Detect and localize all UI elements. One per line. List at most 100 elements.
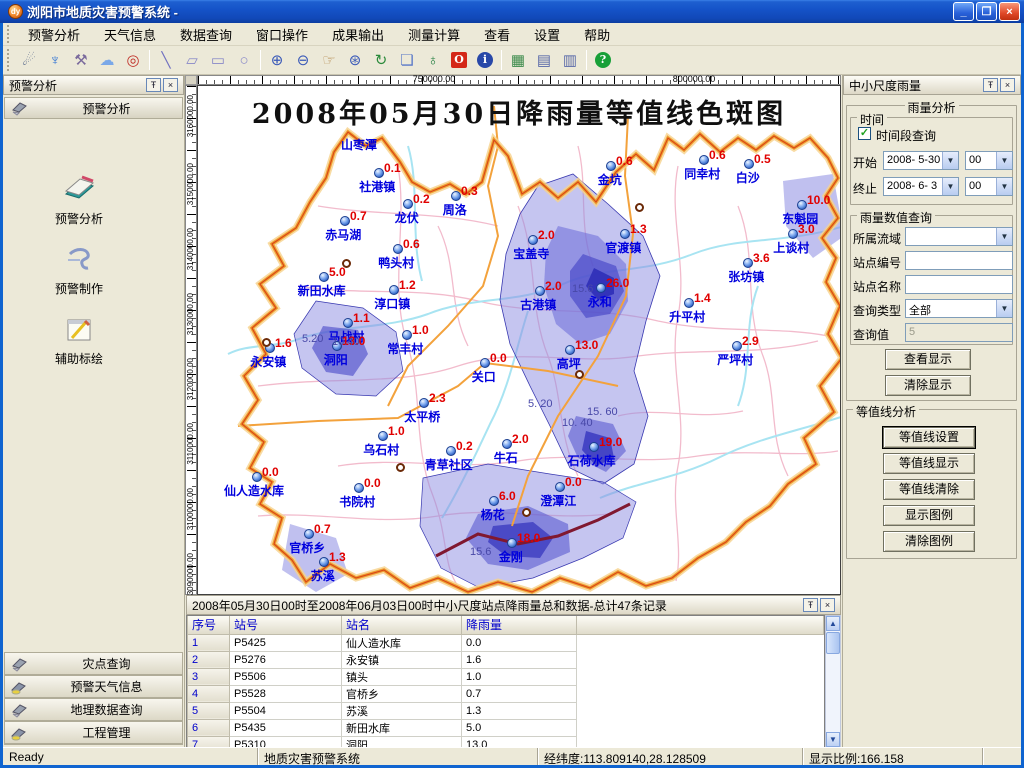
zoom-out-icon[interactable]: ⊖ (291, 49, 315, 72)
table-row[interactable]: 3P5506镇头1.0 (188, 668, 824, 685)
station-dot-icon[interactable] (528, 235, 538, 245)
chevron-down-icon[interactable]: ▼ (942, 152, 958, 169)
end-hour-select[interactable]: 00▼ (965, 177, 1013, 196)
start-hour-select[interactable]: 00▼ (965, 151, 1013, 170)
row-index[interactable]: 1 (188, 634, 230, 651)
sidebar-item-1[interactable]: 预警制作 (4, 242, 154, 297)
end-date-select[interactable]: 2008- 6- 3▼ (883, 177, 959, 196)
station-dot-icon[interactable] (620, 229, 630, 239)
menu-item-6[interactable]: 查看 (472, 23, 522, 46)
station-dot-icon[interactable] (446, 446, 456, 456)
legend-show-button[interactable]: 显示图例 (883, 505, 975, 526)
scroll-thumb[interactable] (826, 632, 840, 654)
station-name-cell[interactable]: 仙人造水库 (342, 634, 462, 651)
refresh-icon[interactable]: ↻ (369, 49, 393, 72)
station-name-cell[interactable]: 镇头 (342, 668, 462, 685)
menu-item-8[interactable]: 帮助 (572, 23, 622, 46)
clear-query-button[interactable]: 清除显示 (885, 375, 971, 396)
station-id-cell[interactable]: P5504 (230, 702, 342, 719)
station-dot-icon[interactable] (535, 286, 545, 296)
menu-item-1[interactable]: 天气信息 (92, 23, 168, 46)
draw-rectangle-icon[interactable]: ▭ (206, 49, 230, 72)
draw-ellipse-icon[interactable]: ○ (232, 49, 256, 72)
table-column-header[interactable]: 序号 (188, 616, 230, 634)
station-dot-icon[interactable] (507, 538, 517, 548)
resize-grip[interactable] (983, 748, 1021, 765)
close-icon[interactable]: × (1000, 78, 1015, 92)
menu-grip[interactable] (7, 25, 12, 43)
draw-line-icon[interactable]: ╲ (154, 49, 178, 72)
station-dot-icon[interactable] (565, 345, 575, 355)
chevron-down-icon[interactable]: ▼ (996, 300, 1012, 317)
station-dot-icon[interactable] (797, 200, 807, 210)
zoom-in-icon[interactable]: ⊕ (265, 49, 289, 72)
rainfall-cell[interactable]: 1.3 (462, 702, 577, 719)
scroll-down-icon[interactable]: ▼ (826, 732, 840, 747)
sidebar-group-3[interactable]: 工程管理 (4, 721, 183, 745)
contour-show-button[interactable]: 等值线显示 (883, 453, 975, 474)
cloud-tool-icon[interactable]: ☁ (95, 49, 119, 72)
chevron-down-icon[interactable]: ▼ (996, 152, 1012, 169)
station-id-input[interactable] (905, 251, 1013, 270)
contour-clear-button[interactable]: 等值线清除 (883, 479, 975, 500)
menu-item-0[interactable]: 预警分析 (16, 23, 92, 46)
restore-button[interactable]: ❐ (976, 2, 997, 21)
station-dot-icon[interactable] (319, 272, 329, 282)
rainfall-cell[interactable]: 0.0 (462, 634, 577, 651)
station-dot-icon[interactable] (684, 298, 694, 308)
station-id-cell[interactable]: P5506 (230, 668, 342, 685)
row-index[interactable]: 6 (188, 719, 230, 736)
toolbar-grip[interactable] (7, 49, 12, 71)
station-id-cell[interactable]: P5425 (230, 634, 342, 651)
station-dot-icon[interactable] (378, 431, 388, 441)
draw-polygon-icon[interactable]: ▱ (180, 49, 204, 72)
table-row[interactable]: 6P5435新田水库5.0 (188, 719, 824, 736)
station-dot-icon[interactable] (788, 229, 798, 239)
station-dot-icon[interactable] (389, 285, 399, 295)
station-name-cell[interactable]: 永安镇 (342, 651, 462, 668)
table-row[interactable]: 5P5504苏溪1.3 (188, 702, 824, 719)
time-range-checkbox[interactable]: ✓ (858, 127, 871, 140)
station-dot-icon[interactable] (606, 161, 616, 171)
minimize-button[interactable]: _ (953, 2, 974, 21)
row-index[interactable]: 3 (188, 668, 230, 685)
station-id-cell[interactable]: P5435 (230, 719, 342, 736)
print-icon[interactable]: ▤ (532, 49, 556, 72)
station-dot-icon[interactable] (304, 529, 314, 539)
scroll-up-icon[interactable]: ▲ (826, 616, 840, 631)
basin-select[interactable]: ▼ (905, 227, 1013, 246)
station-dot-icon[interactable] (451, 191, 461, 201)
analysis-tool-icon[interactable]: ☄ (17, 49, 41, 72)
station-dot-icon[interactable] (744, 159, 754, 169)
station-dot-icon[interactable] (343, 318, 353, 328)
station-dot-icon[interactable] (393, 244, 403, 254)
rainfall-cell[interactable]: 1.6 (462, 651, 577, 668)
close-icon[interactable]: × (163, 78, 178, 92)
menu-item-4[interactable]: 成果输出 (320, 23, 396, 46)
station-dot-icon[interactable] (596, 283, 606, 293)
station-dot-icon[interactable] (340, 216, 350, 226)
table-row[interactable]: 2P5276永安镇1.6 (188, 651, 824, 668)
station-dot-icon[interactable] (589, 442, 599, 452)
station-dot-icon[interactable] (419, 398, 429, 408)
target-tool-icon[interactable]: ◎ (121, 49, 145, 72)
help-icon[interactable]: ? (591, 49, 615, 72)
contour-set-button[interactable]: 等值线设置 (883, 427, 975, 448)
sidebar-group-1[interactable]: 预警天气信息 (4, 675, 183, 699)
pin-icon[interactable]: Ŧ (803, 598, 818, 612)
station-name-cell[interactable]: 苏溪 (342, 702, 462, 719)
sidebar-item-0[interactable]: 预警分析 (4, 172, 154, 227)
pan-icon[interactable]: ☞ (317, 49, 341, 72)
station-dot-icon[interactable] (743, 258, 753, 268)
chevron-down-icon[interactable]: ▼ (996, 178, 1012, 195)
table-column-header[interactable]: 站号 (230, 616, 342, 634)
sidebar-group-2[interactable]: 地理数据查询 (4, 698, 183, 722)
start-date-select[interactable]: 2008- 5-30▼ (883, 151, 959, 170)
station-dot-icon[interactable] (555, 482, 565, 492)
station-dot-icon[interactable] (402, 330, 412, 340)
station-dot-icon[interactable] (732, 341, 742, 351)
show-query-button[interactable]: 查看显示 (885, 349, 971, 370)
legend-clear-button[interactable]: 清除图例 (883, 531, 975, 552)
station-dot-icon[interactable] (502, 439, 512, 449)
station-name-cell[interactable]: 官桥乡 (342, 685, 462, 702)
